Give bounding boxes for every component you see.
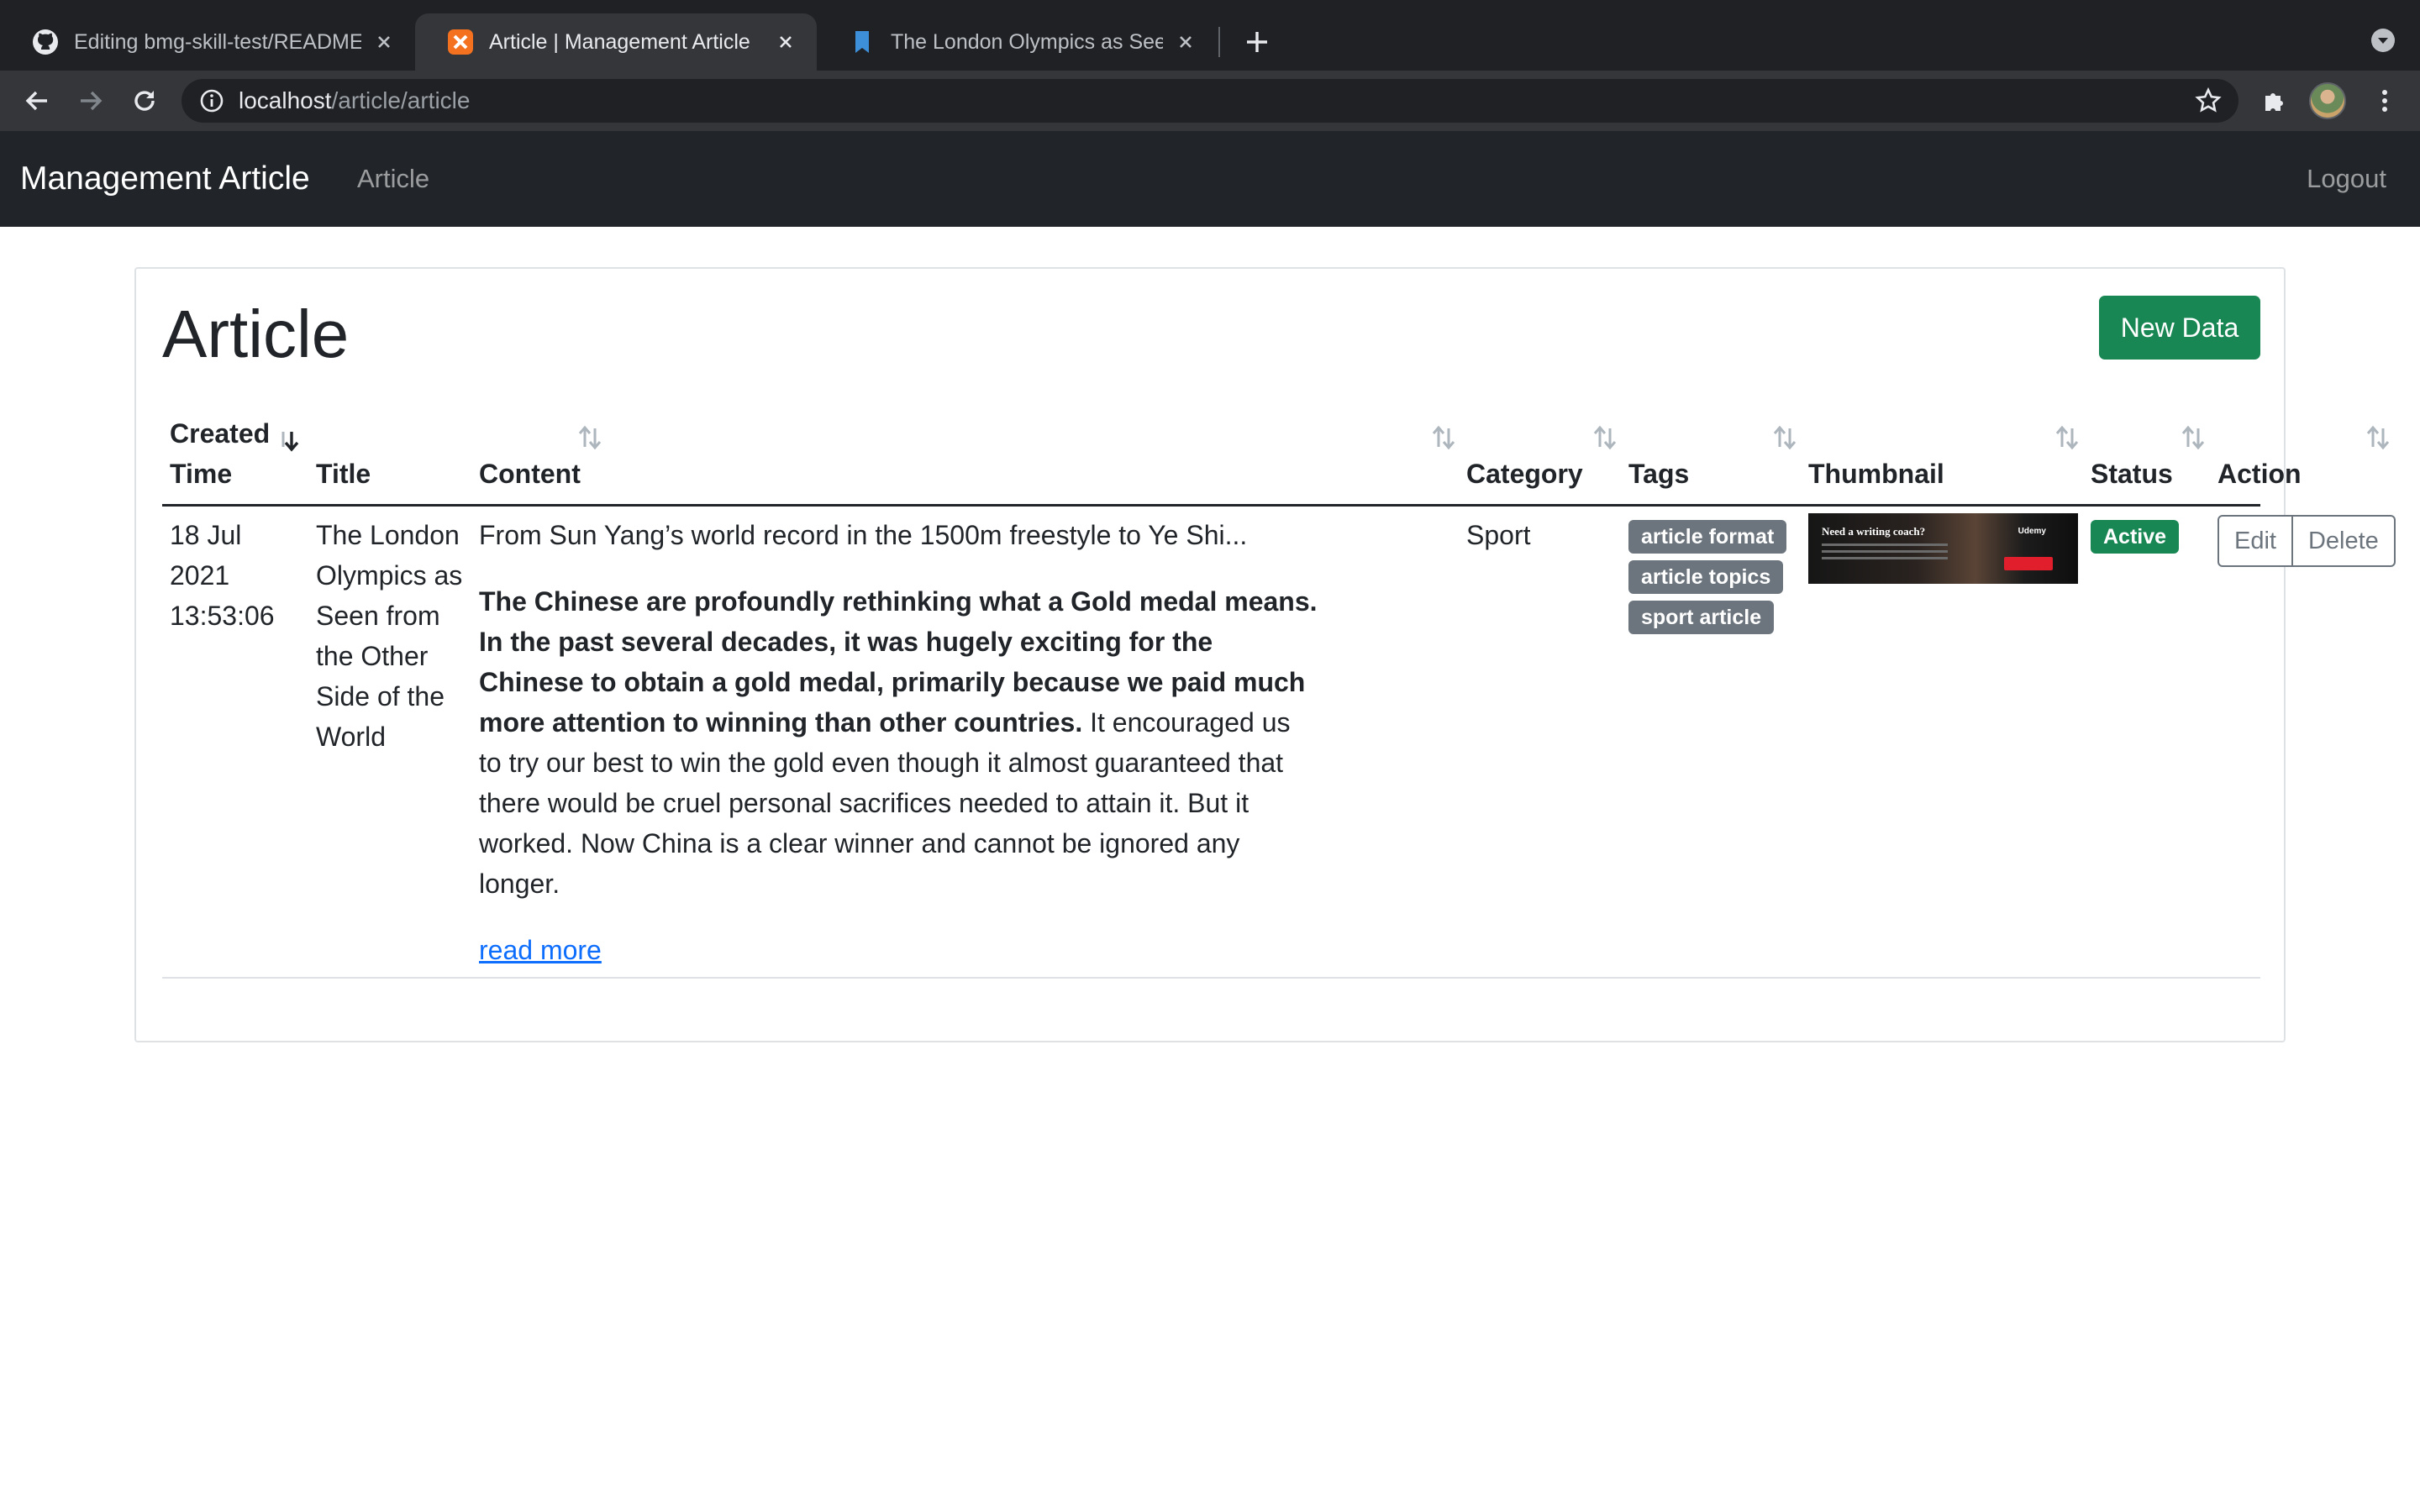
sort-icon[interactable] [1591,423,1619,452]
xampp-icon [447,29,474,55]
tab-title: Editing bmg-skill-test/README.md [74,29,361,54]
article-card: Article New Data Created Time Title Cont… [134,267,2396,1042]
sort-icon[interactable] [2364,423,2392,452]
tab-editing-readme[interactable]: Editing bmg-skill-test/README.md [0,13,415,71]
url-text: localhost/article/article [239,79,470,123]
column-header-content[interactable]: Content [479,454,581,494]
tab-search-button[interactable] [2368,25,2398,55]
extensions-button[interactable] [2254,81,2294,121]
created-clock: 13:53:06 [170,601,275,631]
status-badge: Active [2091,520,2180,554]
tag-badge: sport article [1628,601,1775,634]
browser-menu-button[interactable] [2365,81,2405,121]
column-header-tags[interactable]: Tags [1628,454,1689,494]
url-host: localhost [239,87,332,113]
column-header-title[interactable]: Title [316,454,371,494]
thumbnail-cta [2004,557,2053,570]
sort-icon[interactable] [576,423,604,452]
edit-button[interactable]: Edit [2217,515,2293,567]
bookmark-star-icon[interactable] [2193,86,2223,116]
delete-button[interactable]: Delete [2292,515,2396,567]
navbar-brand[interactable]: Management Article [20,131,310,227]
column-header-thumbnail[interactable]: Thumbnail [1808,454,1944,494]
nav-link-article[interactable]: Article [357,131,429,227]
close-icon[interactable] [371,29,397,55]
created-year: 2021 [170,560,230,591]
github-icon [32,29,59,55]
read-more-link[interactable]: read more [479,930,602,970]
thumbnail-brand: Udemy [2018,527,2046,536]
profile-avatar[interactable] [2309,82,2346,119]
info-icon[interactable] [197,86,227,116]
puzzle-icon [2265,93,2283,111]
tab-title: Article | Management Article [489,29,750,54]
logout-link[interactable]: Logout [2307,131,2386,227]
new-tab-button[interactable] [1239,24,1276,60]
tab-separator [1218,27,1220,57]
reload-icon [134,91,155,111]
content-cell: From Sun Yang’s world record in the 1500… [479,515,1319,970]
tag-badge: article topics [1628,560,1784,594]
table-row: 18 Jul 2021 13:53:06 The London Olympics… [162,507,2396,979]
created-time-header-label: Created Time [170,418,271,489]
thumbnail-heading: Need a writing coach? [1822,525,1926,538]
created-date: 18 Jul [170,520,242,550]
reload-button[interactable] [124,81,165,121]
back-button[interactable] [17,81,57,121]
column-header-action[interactable]: Action [2217,454,2302,494]
created-time-cell: 18 Jul 2021 13:53:06 [170,515,313,636]
close-icon[interactable] [1173,29,1198,55]
content-lead: From Sun Yang’s world record in the 1500… [479,520,1248,550]
column-header-status[interactable]: Status [2091,454,2173,494]
table-header: Created Time Title Content Category Tags [162,412,2390,507]
sort-icon[interactable] [2179,423,2207,452]
column-header-category[interactable]: Category [1466,454,1583,494]
tab-article-management[interactable]: Article | Management Article [415,13,817,71]
tab-title: The London Olympics as Seen from the Oth… [891,29,1163,54]
content-paragraph: The Chinese are profoundly rethinking wh… [479,581,1319,904]
tab-london-olympics[interactable]: The London Olympics as Seen from the Oth… [817,13,1217,71]
action-button-group: Edit Delete [2217,515,2396,567]
title-cell: The London Olympics as Seen from the Oth… [316,520,463,752]
forward-button[interactable] [71,81,111,121]
page-title: Article [162,297,350,371]
category-cell: Sport [1466,520,1531,550]
bookmark-icon [849,29,876,55]
sort-icon[interactable] [1770,423,1799,452]
new-data-button[interactable]: New Data [2099,296,2260,360]
thumbnail-text-lines [1822,543,1948,546]
browser-tabstrip: Editing bmg-skill-test/README.md Article… [0,0,2420,71]
arrow-right-icon [81,91,103,111]
chevron-down-icon [2371,29,2395,52]
more-vert-icon [2382,90,2387,112]
arrow-left-icon [25,91,47,111]
sort-desc-icon[interactable] [273,427,302,455]
tag-badge: article format [1628,520,1787,554]
app-navbar: Management Article Article Logout [0,131,2420,227]
close-icon[interactable] [773,29,798,55]
sort-icon[interactable] [1429,423,1458,452]
sort-icon[interactable] [2053,423,2081,452]
url-path: /article/article [331,87,471,113]
thumbnail-image: Need a writing coach? Udemy [1808,513,2078,584]
address-bar[interactable]: localhost/article/article [182,79,2238,123]
plus-icon [1247,32,1267,52]
